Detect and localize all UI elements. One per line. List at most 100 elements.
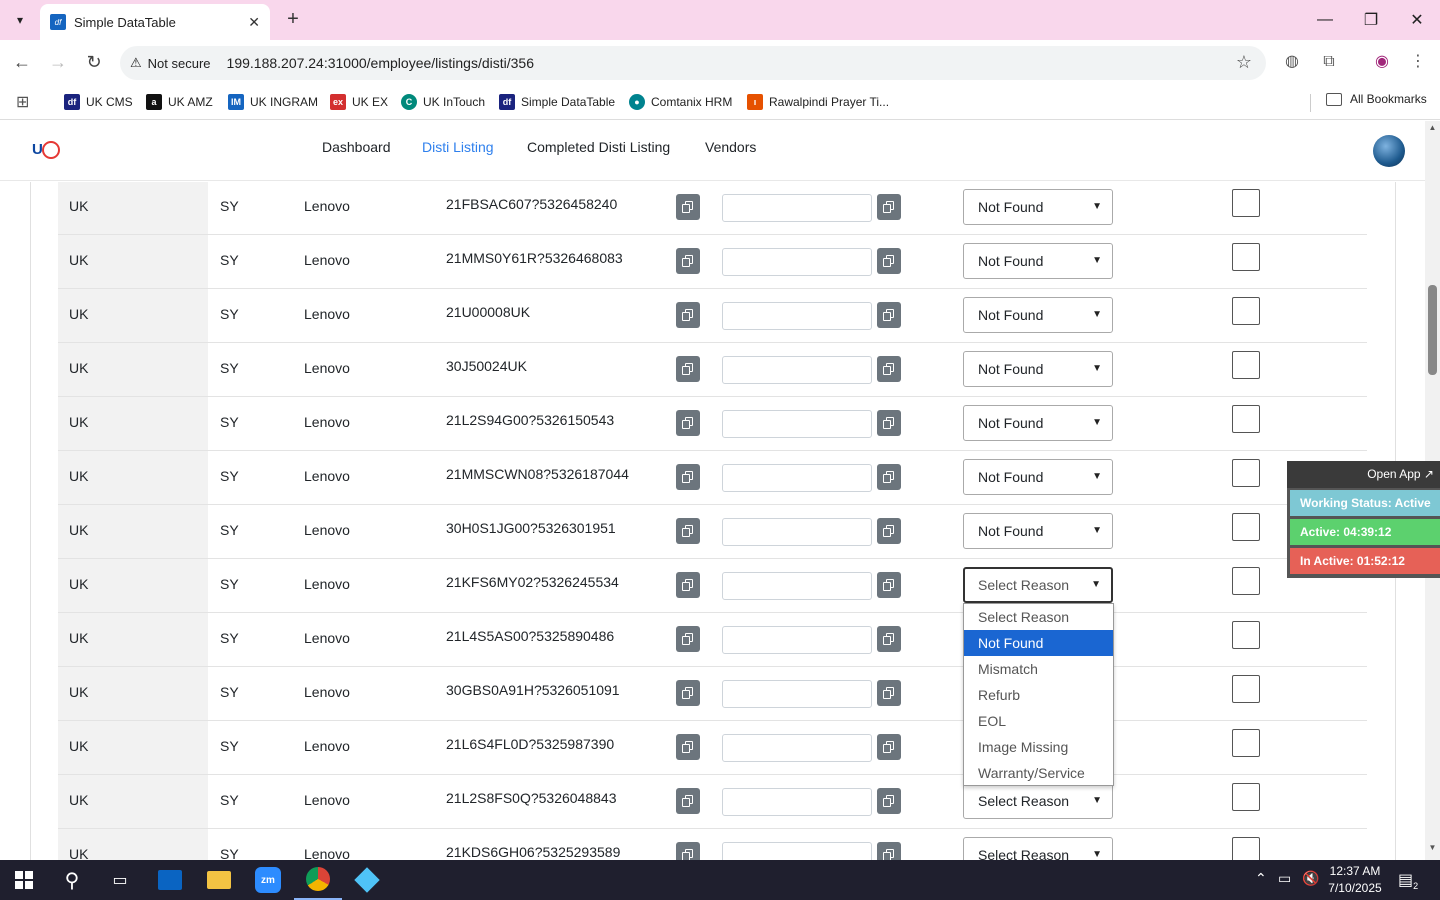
bookmark-comtanix-hrm[interactable]: ● Comtanix HRM bbox=[629, 92, 732, 112]
new-tab-icon[interactable]: + bbox=[282, 8, 304, 30]
row-checkbox[interactable] bbox=[1232, 405, 1260, 433]
bookmark-uk-ex[interactable]: ex UK EX bbox=[330, 92, 388, 112]
mpn-input[interactable] bbox=[722, 680, 872, 708]
reason-select[interactable]: Select Reason ▼ bbox=[963, 837, 1113, 860]
scroll-down-icon[interactable]: ▼ bbox=[1425, 843, 1440, 852]
dropdown-option[interactable]: Mismatch bbox=[964, 656, 1113, 682]
dropdown-option[interactable]: Image Missing bbox=[964, 734, 1113, 760]
row-checkbox[interactable] bbox=[1232, 513, 1260, 541]
scrollbar-thumb[interactable] bbox=[1428, 285, 1437, 375]
mpn-input[interactable] bbox=[722, 302, 872, 330]
paste-input-button[interactable] bbox=[877, 788, 901, 814]
paste-input-button[interactable] bbox=[877, 302, 901, 328]
back-arrow-icon[interactable]: ← bbox=[10, 50, 34, 74]
reason-select[interactable]: Not Found ▼ bbox=[963, 459, 1113, 495]
paste-input-button[interactable] bbox=[877, 626, 901, 652]
paste-input-button[interactable] bbox=[877, 356, 901, 382]
reason-select[interactable]: Select Reason ▼ bbox=[963, 567, 1113, 603]
paste-input-button[interactable] bbox=[877, 248, 901, 274]
bookmark-uk-intouch[interactable]: C UK InTouch bbox=[401, 92, 485, 112]
nav-completed-disti-listing[interactable]: Completed Disti Listing bbox=[527, 139, 670, 155]
reason-select[interactable]: Not Found ▼ bbox=[963, 189, 1113, 225]
extensions-puzzle-icon[interactable]: ⧉ bbox=[1317, 50, 1341, 74]
task-view-icon[interactable]: ▭ bbox=[96, 860, 144, 900]
minimize-icon[interactable]: — bbox=[1302, 0, 1348, 40]
apps-grid-icon[interactable]: ⊞ bbox=[16, 92, 29, 112]
taskbar-clock[interactable]: 12:37 AM 7/10/2025 bbox=[1320, 863, 1390, 897]
tray-chevron-icon[interactable]: ⌃ bbox=[1255, 870, 1267, 887]
browser-tab[interactable]: df Simple DataTable ✕ bbox=[40, 4, 270, 40]
row-checkbox[interactable] bbox=[1232, 459, 1260, 487]
paste-input-button[interactable] bbox=[877, 572, 901, 598]
reason-select[interactable]: Select Reason ▼ bbox=[963, 783, 1113, 819]
dropdown-option-highlighted[interactable]: Not Found bbox=[964, 630, 1113, 656]
forward-arrow-icon[interactable]: → bbox=[46, 50, 70, 74]
window-close-icon[interactable]: ✕ bbox=[1394, 0, 1440, 40]
copy-sku-button[interactable] bbox=[676, 410, 700, 436]
dropdown-option[interactable]: EOL bbox=[964, 708, 1113, 734]
dropdown-option[interactable]: Select Reason bbox=[964, 604, 1113, 630]
nav-dashboard[interactable]: Dashboard bbox=[322, 139, 391, 155]
paste-input-button[interactable] bbox=[877, 194, 901, 220]
chrome-icon[interactable] bbox=[294, 860, 342, 900]
paste-input-button[interactable] bbox=[877, 518, 901, 544]
paste-input-button[interactable] bbox=[877, 842, 901, 860]
search-icon[interactable]: ⚲ bbox=[48, 860, 96, 900]
zoom-icon[interactable]: zm bbox=[244, 860, 292, 900]
copy-sku-button[interactable] bbox=[676, 842, 700, 860]
open-app-button[interactable]: Open App ↗ bbox=[1287, 461, 1440, 488]
tab-close-icon[interactable]: ✕ bbox=[248, 14, 260, 31]
row-checkbox[interactable] bbox=[1232, 729, 1260, 757]
mpn-input[interactable] bbox=[722, 356, 872, 384]
profile-icon[interactable]: ◉ bbox=[1370, 50, 1394, 74]
nav-disti-listing[interactable]: Disti Listing bbox=[422, 139, 494, 155]
row-checkbox[interactable] bbox=[1232, 837, 1260, 860]
scroll-up-icon[interactable]: ▲ bbox=[1425, 123, 1440, 132]
row-checkbox[interactable] bbox=[1232, 783, 1260, 811]
notifications-icon[interactable]: ▤2 bbox=[1398, 870, 1418, 891]
bookmark-uk-cms[interactable]: df UK CMS bbox=[64, 92, 133, 112]
row-checkbox[interactable] bbox=[1232, 567, 1260, 595]
outlook-icon[interactable] bbox=[146, 860, 194, 900]
mpn-input[interactable] bbox=[722, 194, 872, 222]
mpn-input[interactable] bbox=[722, 464, 872, 492]
copy-sku-button[interactable] bbox=[676, 302, 700, 328]
user-avatar[interactable] bbox=[1373, 135, 1405, 167]
translate-globe-icon[interactable]: ◍ bbox=[1280, 50, 1304, 74]
mpn-input[interactable] bbox=[722, 626, 872, 654]
reason-select[interactable]: Not Found ▼ bbox=[963, 243, 1113, 279]
mpn-input[interactable] bbox=[722, 248, 872, 276]
copy-sku-button[interactable] bbox=[676, 248, 700, 274]
paste-input-button[interactable] bbox=[877, 464, 901, 490]
row-checkbox[interactable] bbox=[1232, 675, 1260, 703]
paste-input-button[interactable] bbox=[877, 680, 901, 706]
security-indicator[interactable]: ⚠ Not secure bbox=[130, 55, 211, 71]
mpn-input[interactable] bbox=[722, 734, 872, 762]
reason-select[interactable]: Not Found ▼ bbox=[963, 351, 1113, 387]
bookmark-uk-ingram[interactable]: IM UK INGRAM bbox=[228, 92, 318, 112]
copy-sku-button[interactable] bbox=[676, 680, 700, 706]
start-button[interactable] bbox=[0, 860, 48, 900]
mpn-input[interactable] bbox=[722, 842, 872, 860]
copy-sku-button[interactable] bbox=[676, 734, 700, 760]
bookmark-simple-datatable[interactable]: df Simple DataTable bbox=[499, 92, 615, 112]
copy-sku-button[interactable] bbox=[676, 464, 700, 490]
copy-sku-button[interactable] bbox=[676, 518, 700, 544]
row-checkbox[interactable] bbox=[1232, 189, 1260, 217]
file-explorer-icon[interactable] bbox=[195, 860, 243, 900]
restore-icon[interactable]: ❐ bbox=[1348, 0, 1394, 40]
paste-input-button[interactable] bbox=[877, 734, 901, 760]
copy-sku-button[interactable] bbox=[676, 572, 700, 598]
bookmark-uk-amz[interactable]: a UK AMZ bbox=[146, 92, 213, 112]
copy-sku-button[interactable] bbox=[676, 356, 700, 382]
browser-menu-icon[interactable]: ⋮ bbox=[1406, 50, 1430, 74]
copy-sku-button[interactable] bbox=[676, 194, 700, 220]
mpn-input[interactable] bbox=[722, 572, 872, 600]
mpn-input[interactable] bbox=[722, 518, 872, 546]
row-checkbox[interactable] bbox=[1232, 297, 1260, 325]
row-checkbox[interactable] bbox=[1232, 243, 1260, 271]
nav-vendors[interactable]: Vendors bbox=[705, 139, 756, 155]
reason-select[interactable]: Not Found ▼ bbox=[963, 405, 1113, 441]
mpn-input[interactable] bbox=[722, 788, 872, 816]
bookmark-rawalpindi-prayer[interactable]: ı Rawalpindi Prayer Ti... bbox=[747, 92, 889, 112]
